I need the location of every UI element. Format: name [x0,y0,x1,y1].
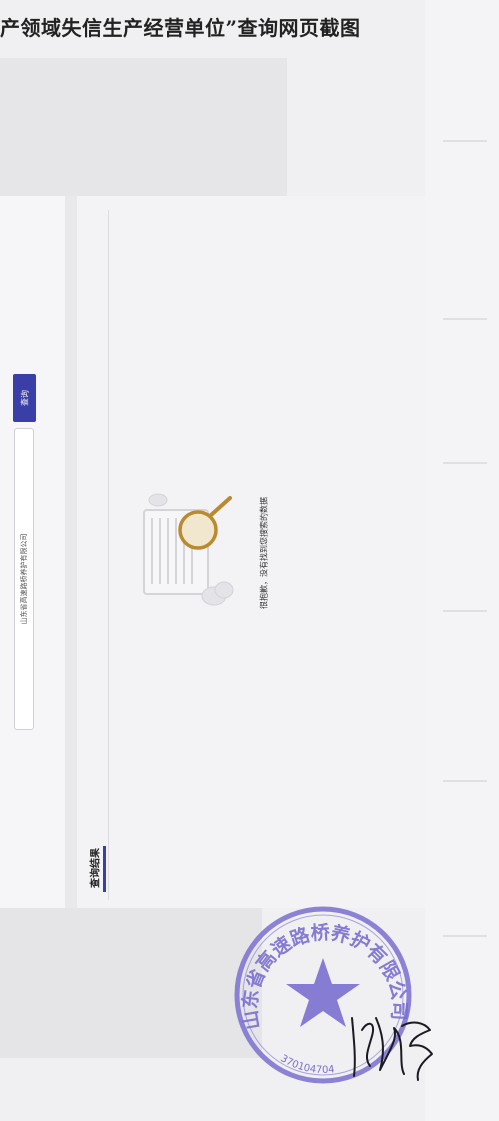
search-button-label: 查询 [20,390,29,406]
panel-divider [65,196,77,908]
empty-result-illustration [143,493,234,606]
header-gray-block [0,58,287,196]
handwritten-signature [351,1017,433,1081]
tab-query-results-label: 查询结果 [90,848,102,888]
tab-query-results[interactable]: 查询结果 [86,842,102,894]
empty-result-message: 很抱歉，没有找到您搜索的数据 [256,478,272,628]
magnifier-icon [178,496,232,550]
footer-gray-block [0,908,262,1058]
results-content-area [77,196,425,908]
search-button[interactable]: 查询 [13,374,36,422]
right-page-edge [425,0,499,1121]
search-input-value: 山东省高速路桥养护有限公司 [20,533,28,625]
search-input[interactable]: 山东省高速路桥养护有限公司 [14,428,34,730]
empty-result-text: 很抱歉，没有找到您搜索的数据 [259,497,269,609]
results-divider [108,210,109,900]
active-tab-indicator [103,846,106,892]
